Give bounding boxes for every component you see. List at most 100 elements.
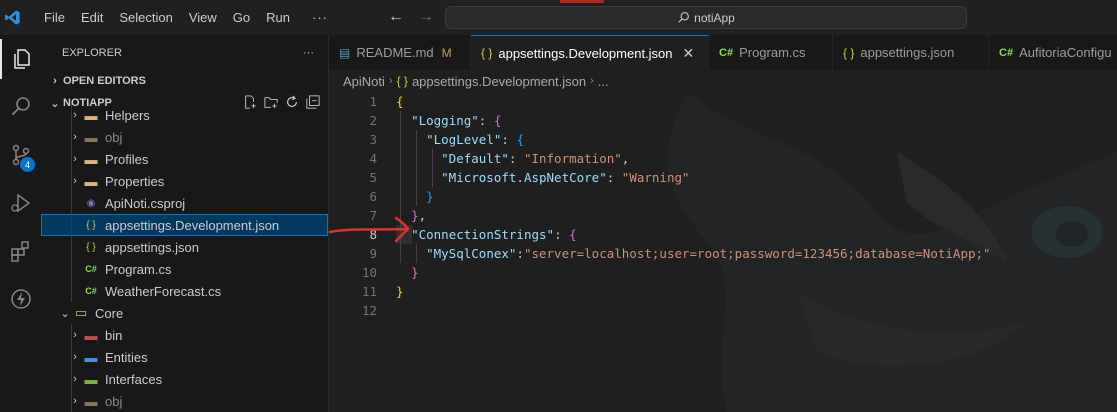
arrow-right-icon[interactable]: → xyxy=(418,8,434,26)
tree-item-label: Interfaces xyxy=(105,371,163,387)
code-line-2: "Logging": { xyxy=(411,113,502,128)
breadcrumb-root[interactable]: ApiNoti xyxy=(343,74,385,89)
breadcrumb-tail[interactable]: ... xyxy=(598,74,609,89)
tree-item[interactable]: › ▬ obj xyxy=(41,390,328,412)
tab-aufitoria-config[interactable]: C# AufitoriaConfigu xyxy=(989,35,1117,70)
menu-go[interactable]: Go xyxy=(225,10,258,25)
csharp-icon: C# xyxy=(999,46,1014,59)
lightning-icon[interactable] xyxy=(0,279,41,319)
line-number: 3 xyxy=(369,132,377,147)
json-icon: { } xyxy=(86,219,96,231)
explorer-sidebar: EXPLORER ··· › OPEN EDITORS ⌄ NOTIAPP › ▬… xyxy=(41,35,329,412)
chevron-down-icon[interactable]: ⌄ xyxy=(57,307,73,320)
explorer-title: EXPLORER xyxy=(62,46,122,59)
code-line-1: { xyxy=(396,94,404,109)
chevron-right-icon[interactable]: › xyxy=(67,109,83,121)
tab-label: README.md xyxy=(356,45,434,60)
chevron-right-icon[interactable]: › xyxy=(67,131,83,143)
vscode-logo-icon xyxy=(0,0,24,35)
csharp-icon: C# xyxy=(85,264,97,274)
chevron-right-icon[interactable]: › xyxy=(67,153,83,165)
tab-readme[interactable]: ▤ README.md M xyxy=(329,35,471,70)
tab-appsettings[interactable]: { } appsettings.json xyxy=(833,35,989,70)
folder-icon: ▬ xyxy=(84,173,98,189)
command-center-search[interactable]: notiApp xyxy=(445,6,967,29)
indent-guide xyxy=(71,192,72,214)
arrow-left-icon[interactable]: ← xyxy=(388,8,404,26)
code-line-3: "LogLevel": { xyxy=(426,132,524,147)
json-icon: { } xyxy=(481,46,493,60)
indent-guide xyxy=(71,390,72,412)
tree-item-label: Entities xyxy=(105,349,148,365)
tree-item[interactable]: › ▬ Interfaces xyxy=(41,368,328,390)
chevron-right-icon: › xyxy=(53,75,57,87)
tab-program-cs[interactable]: C# Program.cs xyxy=(709,35,833,70)
menu-view[interactable]: View xyxy=(181,10,225,25)
tree-item-label: appsettings.Development.json xyxy=(105,217,280,233)
chevron-right-icon: › xyxy=(388,75,393,87)
explorer-more-button[interactable]: ··· xyxy=(303,47,314,59)
tree-item[interactable]: C# Program.cs xyxy=(41,258,328,280)
tree-item[interactable]: › ▬ Helpers xyxy=(41,104,328,126)
folder-icon: ▬ xyxy=(84,151,98,167)
menu-bar: File Edit Selection View Go Run ··· xyxy=(36,10,336,25)
tree-item[interactable]: ⌄ ▭ Core xyxy=(41,302,328,324)
tree-item-label: appsettings.json xyxy=(105,239,199,255)
extensions-icon[interactable] xyxy=(0,231,41,271)
close-icon[interactable]: ✕ xyxy=(683,45,695,62)
tree-item[interactable]: ◉ ApiNoti.csproj xyxy=(41,192,328,214)
chevron-right-icon[interactable]: › xyxy=(67,329,83,341)
chevron-right-icon: › xyxy=(590,75,594,87)
tab-appsettings-development[interactable]: { } appsettings.Development.json ✕ xyxy=(471,35,709,70)
tree-item[interactable]: › ▬ obj xyxy=(41,126,328,148)
line-number: 4 xyxy=(369,151,377,166)
tree-item-label: Properties xyxy=(105,173,165,189)
explorer-icon[interactable] xyxy=(0,39,41,79)
line-number: 11 xyxy=(361,284,377,299)
source-control-icon[interactable]: 4 xyxy=(0,135,41,175)
menu-more[interactable]: ··· xyxy=(298,10,336,25)
chevron-right-icon[interactable]: › xyxy=(67,351,83,363)
search-text: notiApp xyxy=(694,10,735,25)
tree-item[interactable]: { } appsettings.Development.json xyxy=(41,214,328,236)
chevron-right-icon[interactable]: › xyxy=(67,373,83,385)
menu-selection[interactable]: Selection xyxy=(111,10,180,25)
tree-item[interactable]: { } appsettings.json xyxy=(41,236,328,258)
tree-item-label: Core xyxy=(95,305,124,321)
modified-badge: M xyxy=(441,45,452,60)
tree-item[interactable]: › ▬ bin xyxy=(41,324,328,346)
tree-item[interactable]: › ▬ Entities xyxy=(41,346,328,368)
menu-file[interactable]: File xyxy=(36,10,73,25)
open-editors-section[interactable]: › OPEN EDITORS xyxy=(41,70,328,92)
folder-icon: ▬ xyxy=(84,107,98,123)
run-debug-icon[interactable] xyxy=(0,183,41,223)
tree-item[interactable]: › ▬ Profiles xyxy=(41,148,328,170)
search-icon xyxy=(678,12,690,23)
breadcrumb-file[interactable]: appsettings.Development.json xyxy=(412,74,586,89)
search-icon[interactable] xyxy=(0,87,41,127)
folder-icon: ▬ xyxy=(84,393,98,409)
tree-item-label: obj xyxy=(105,129,123,145)
code-line-8: "ConnectionStrings": { xyxy=(411,227,577,242)
bin-folder-icon: ▬ xyxy=(84,327,98,343)
code-line-11: } xyxy=(396,284,404,299)
file-tree: › ▬ Helpers › ▬ obj › ▬ Profiles › ▬ Properties ◉ Api… xyxy=(41,104,328,412)
interfaces-folder-icon: ▬ xyxy=(84,371,98,387)
indent-guide xyxy=(71,148,72,170)
code-line-10: } xyxy=(411,265,419,280)
menu-run[interactable]: Run xyxy=(258,10,298,25)
line-number: 10 xyxy=(361,265,377,280)
code-line-5: "Microsoft.AspNetCore": "Warning" xyxy=(441,170,690,185)
json-icon: { } xyxy=(396,74,408,88)
chevron-right-icon[interactable]: › xyxy=(67,175,83,187)
tree-item-label: Program.cs xyxy=(105,261,172,277)
tree-item[interactable]: C# WeatherForecast.cs xyxy=(41,280,328,302)
code-editor[interactable]: 1 2 3 4 5 6 7 8 9 10 11 12 { "Logging": … xyxy=(329,92,1117,412)
breadcrumb: ApiNoti › { } appsettings.Development.js… xyxy=(329,70,1117,92)
csharp-icon: C# xyxy=(85,286,97,296)
chevron-right-icon[interactable]: › xyxy=(67,395,83,407)
tree-item[interactable]: › ▬ Properties xyxy=(41,170,328,192)
tree-item-label: WeatherForecast.cs xyxy=(105,283,222,299)
open-editors-label: OPEN EDITORS xyxy=(63,75,146,87)
menu-edit[interactable]: Edit xyxy=(73,10,111,25)
